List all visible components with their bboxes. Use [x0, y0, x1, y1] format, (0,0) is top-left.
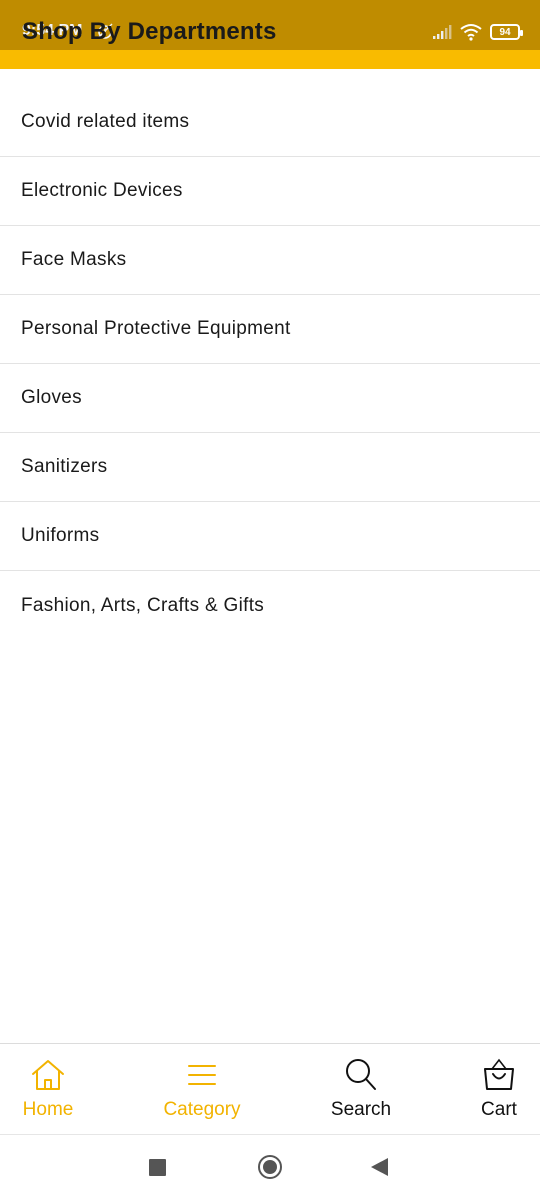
nav-home-label: Home [22, 1099, 74, 1120]
list-item[interactable]: Uniforms [0, 502, 540, 571]
system-navigation-bar [0, 1136, 540, 1200]
status-indicators: 94 [432, 22, 523, 42]
page-title: Shop By Departments [22, 18, 277, 45]
wifi-icon [460, 24, 482, 41]
battery-icon: 94 [490, 24, 523, 40]
nav-category[interactable]: Category [152, 1044, 252, 1134]
list-item[interactable]: Face Masks [0, 226, 540, 295]
system-home-icon[interactable] [258, 1155, 282, 1179]
bottom-navigation: Home Category Search Cart [0, 1043, 540, 1135]
nav-search[interactable]: Search [320, 1044, 402, 1134]
header-accent-bar [0, 50, 540, 69]
list-item[interactable]: Personal Protective Equipment [0, 295, 540, 364]
nav-cart-label: Cart [481, 1099, 517, 1120]
status-bar: 9:54 PM Shop By Departments 94 [0, 0, 540, 50]
department-list: Covid related items Electronic Devices F… [0, 88, 540, 640]
menu-icon [188, 1065, 216, 1085]
list-item[interactable]: Electronic Devices [0, 157, 540, 226]
list-item[interactable]: Gloves [0, 364, 540, 433]
search-icon [346, 1059, 376, 1090]
nav-search-label: Search [330, 1099, 392, 1120]
nav-cart[interactable]: Cart [468, 1044, 530, 1134]
home-icon [32, 1060, 64, 1090]
signal-icon [433, 25, 452, 39]
list-item[interactable]: Covid related items [0, 88, 540, 157]
back-icon[interactable] [371, 1158, 388, 1176]
nav-home[interactable]: Home [8, 1044, 88, 1134]
nav-category-label: Category [163, 1099, 241, 1120]
list-item[interactable]: Sanitizers [0, 433, 540, 502]
recent-apps-icon[interactable] [149, 1159, 166, 1176]
shopping-bag-icon [484, 1058, 514, 1090]
list-item[interactable]: Fashion, Arts, Crafts & Gifts [0, 571, 540, 640]
